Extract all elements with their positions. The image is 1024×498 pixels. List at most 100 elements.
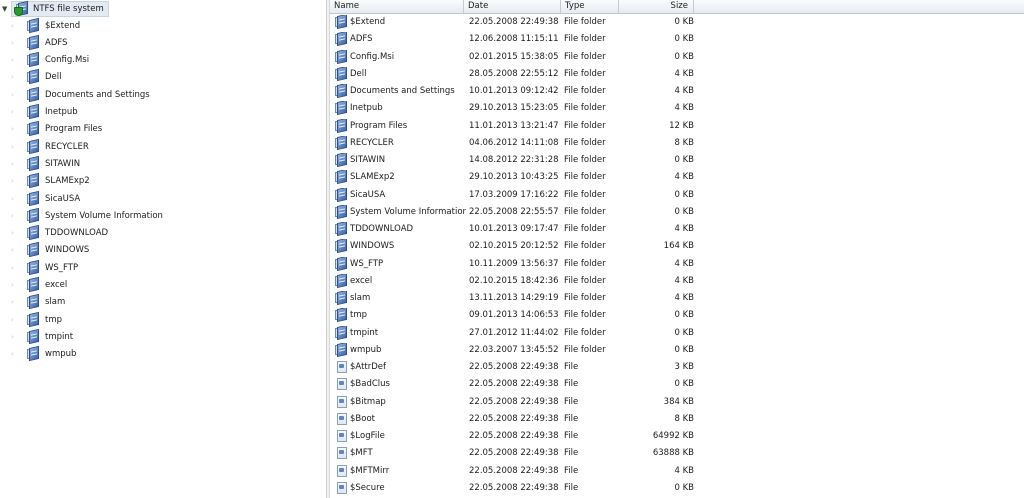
column-header-date[interactable]: Date xyxy=(464,0,561,14)
cell-size: 4 KB xyxy=(674,275,694,286)
tree-item[interactable]: › excel xyxy=(0,276,67,294)
table-row[interactable]: ADFS 12.06.2008 11:15:11 File folder 0 KB xyxy=(330,31,1024,48)
expand-arrow-icon[interactable]: › xyxy=(11,56,17,64)
table-row[interactable]: Program Files 11.01.2013 13:21:47 File fol… xyxy=(330,118,1024,135)
tree-item[interactable]: › Config.Msi xyxy=(0,52,89,69)
table-row[interactable]: RECYCLER 04.06.2012 14:11:08 File folder 8 … xyxy=(330,135,1024,152)
tree-item[interactable]: › WS_FTP xyxy=(0,259,78,276)
collapse-arrow-icon[interactable]: ▼ xyxy=(2,5,11,13)
expand-arrow-icon[interactable]: › xyxy=(11,91,17,99)
table-row[interactable]: SLAMExp2 29.10.2013 10:43:25 File folder 4 … xyxy=(330,169,1024,186)
tree-item-label: slam xyxy=(45,297,66,308)
tree-root-ntfs[interactable]: ▼ NTFS file system xyxy=(0,0,109,17)
folder-drive-icon xyxy=(333,273,349,288)
cell-date: 09.01.2013 14:06:53 xyxy=(469,310,559,321)
folder-drive-icon xyxy=(333,291,349,305)
table-row[interactable]: excel 02.10.2015 18:42:36 File folder 4 KB xyxy=(330,273,1024,290)
folder-drive-icon xyxy=(333,187,349,202)
table-row[interactable]: Config.Msi 02.01.2015 15:38:05 File folder… xyxy=(330,49,1024,66)
table-row[interactable]: WS_FTP 10.11.2009 13:56:37 File folder 4 KB xyxy=(330,256,1024,273)
expand-arrow-icon[interactable]: › xyxy=(11,177,17,185)
table-row[interactable]: $Bitmap 22.05.2008 22:49:38 File 384 KB xyxy=(330,394,1024,411)
table-row[interactable]: $BadClus 22.05.2008 22:49:38 File 0 KB xyxy=(330,376,1024,393)
table-row[interactable]: $MFTMirr 22.05.2008 22:49:38 File 4 KB xyxy=(330,463,1024,480)
expand-arrow-icon[interactable]: › xyxy=(11,229,17,237)
file-list[interactable]: Name Date Type Size $Extend 22.05.2008 22… xyxy=(330,0,1024,498)
expand-arrow-icon[interactable]: › xyxy=(11,73,17,81)
table-row[interactable]: WINDOWS 02.10.2015 20:12:52 File folder 164… xyxy=(330,238,1024,255)
table-row[interactable]: $LogFile 22.05.2008 22:49:38 File 64992 KB xyxy=(330,428,1024,445)
expand-arrow-icon[interactable]: › xyxy=(11,22,17,30)
expand-arrow-icon[interactable]: › xyxy=(11,39,17,47)
tree-item[interactable]: › Documents and Settings xyxy=(0,86,150,103)
folder-drive-icon xyxy=(333,66,349,81)
tree-item[interactable]: › $Extend xyxy=(0,17,80,34)
table-row[interactable]: TDDOWNLOAD 10.01.2013 09:17:47 File folder… xyxy=(330,221,1024,238)
folder-drive-icon xyxy=(25,86,41,102)
expand-arrow-icon[interactable]: › xyxy=(11,108,17,116)
table-row[interactable]: Dell 28.05.2008 22:55:12 File folder 4 KB xyxy=(330,66,1024,83)
table-row[interactable]: $MFT 22.05.2008 22:49:38 File 63888 KB xyxy=(330,445,1024,462)
tree-item[interactable]: › slam xyxy=(0,294,65,311)
tree-item[interactable]: › SLAMExp2 xyxy=(0,173,90,190)
expand-arrow-icon[interactable]: › xyxy=(11,350,17,358)
tree-item[interactable]: › wmpub xyxy=(0,346,76,363)
tree-item[interactable]: › Program Files xyxy=(0,121,102,138)
cell-date: 13.11.2013 14:29:19 xyxy=(469,293,559,303)
column-header-type[interactable]: Type xyxy=(561,0,619,14)
expand-arrow-icon[interactable]: › xyxy=(11,195,17,203)
tree-item[interactable]: › System Volume Information xyxy=(0,207,163,224)
tree-item[interactable]: › SITAWIN xyxy=(0,155,80,172)
folder-drive-icon xyxy=(333,153,349,167)
cell-size: 0 KB xyxy=(674,327,694,338)
table-row[interactable]: SITAWIN 14.08.2012 22:31:28 File folder 0 K… xyxy=(330,152,1024,169)
table-row[interactable]: slam 13.11.2013 14:29:19 File folder 4 KB xyxy=(330,290,1024,307)
table-row[interactable]: Inetpub 29.10.2013 15:23:05 File folder 4 K… xyxy=(330,100,1024,117)
table-row[interactable]: $Secure 22.05.2008 22:49:38 File 0 KB xyxy=(330,480,1024,497)
tree-item[interactable]: › tmpint xyxy=(0,328,73,345)
tree-item[interactable]: › Inetpub xyxy=(0,103,78,121)
expand-arrow-icon[interactable]: › xyxy=(11,125,17,133)
table-row[interactable]: wmpub 22.03.2007 13:45:52 File folder 0 KB xyxy=(330,342,1024,359)
table-row[interactable]: SicaUSA 17.03.2009 17:16:22 File folder 0 K… xyxy=(330,187,1024,204)
cell-date: 10.11.2009 13:56:37 xyxy=(469,258,559,269)
cell-name: SLAMExp2 xyxy=(350,172,395,183)
folder-tree[interactable]: ▼ NTFS file system › $Extend › ADFS › Config.… xyxy=(0,0,326,498)
table-row[interactable]: $AttrDef 22.05.2008 22:49:38 File 3 KB xyxy=(330,359,1024,376)
expand-arrow-icon[interactable]: › xyxy=(11,298,17,306)
expand-arrow-icon[interactable]: › xyxy=(11,333,17,341)
table-row[interactable]: $Boot 22.05.2008 22:49:38 File 8 KB xyxy=(330,411,1024,428)
expand-arrow-icon[interactable]: › xyxy=(11,246,17,254)
table-row[interactable]: tmp 09.01.2013 14:06:53 File folder 0 KB xyxy=(330,307,1024,324)
cell-size: 0 KB xyxy=(674,155,694,165)
cell-name: Program Files xyxy=(350,120,408,131)
tree-item-label: tmpint xyxy=(45,331,74,342)
cell-size: 0 KB xyxy=(674,379,694,390)
tree-item[interactable]: › tmp xyxy=(0,311,62,328)
tree-item[interactable]: › TDDOWNLOAD xyxy=(0,225,108,242)
table-row[interactable]: tmpint 27.01.2012 11:44:02 File folder 0 KB xyxy=(330,325,1024,342)
table-row[interactable]: System Volume Information 22.05.2008 22:5… xyxy=(330,204,1024,221)
tree-root-selected[interactable]: NTFS file system xyxy=(11,0,109,17)
cell-size: 164 KB xyxy=(663,241,694,252)
table-row[interactable]: $Extend 22.05.2008 22:49:38 File folder 0 K… xyxy=(330,14,1024,31)
tree-item[interactable]: › ADFS xyxy=(0,34,68,51)
tree-item-label: WS_FTP xyxy=(45,262,79,273)
expand-arrow-icon[interactable]: › xyxy=(11,143,17,151)
cell-size: 64992 KB xyxy=(652,431,694,441)
expand-arrow-icon[interactable]: › xyxy=(11,212,17,220)
expand-arrow-icon[interactable]: › xyxy=(11,264,17,272)
tree-item[interactable]: › RECYCLER xyxy=(0,138,89,155)
tree-item[interactable]: › WINDOWS xyxy=(0,242,89,259)
column-header-name[interactable]: Name xyxy=(330,0,464,14)
expand-arrow-icon[interactable]: › xyxy=(11,160,17,168)
folder-drive-icon xyxy=(333,239,349,254)
folder-drive-icon xyxy=(25,69,41,85)
tree-item[interactable]: › SicaUSA xyxy=(0,190,80,207)
tree-item-label: System Volume Information xyxy=(45,210,163,221)
expand-arrow-icon[interactable]: › xyxy=(11,281,17,289)
tree-item[interactable]: › Dell xyxy=(0,69,62,86)
table-row[interactable]: Documents and Settings 10.01.2013 09:12:4… xyxy=(330,83,1024,100)
expand-arrow-icon[interactable]: › xyxy=(11,316,17,324)
column-header-size[interactable]: Size xyxy=(619,0,694,14)
